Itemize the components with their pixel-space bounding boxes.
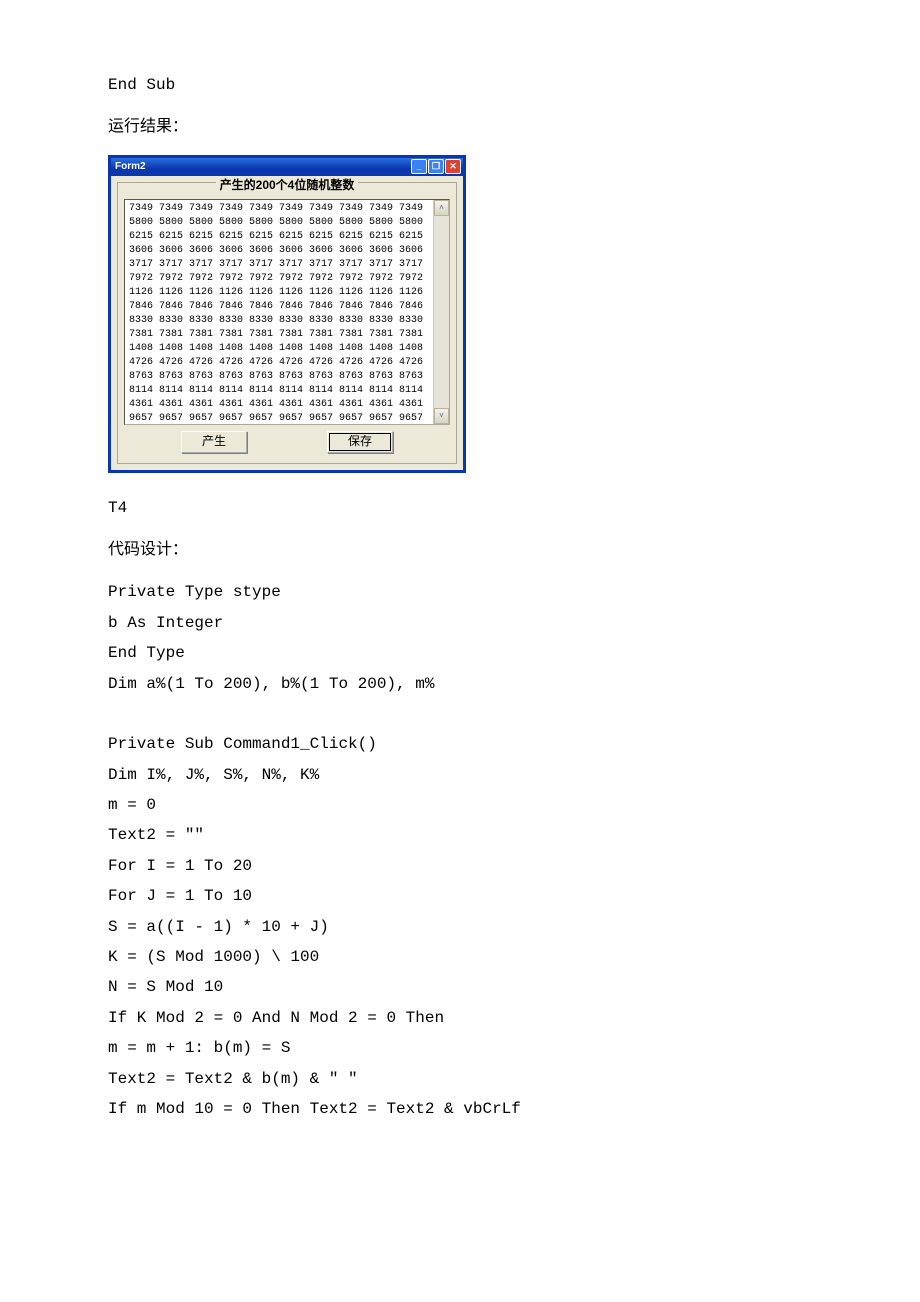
frame-groupbox: 产生的200个4位随机整数 7349 7349 7349 7349 7349 7… bbox=[117, 182, 457, 464]
code-line: Private Type stype bbox=[108, 577, 812, 607]
frame-title: 产生的200个4位随机整数 bbox=[118, 174, 456, 197]
scroll-up-icon[interactable]: ˄ bbox=[434, 200, 449, 216]
scroll-down-icon[interactable]: ˅ bbox=[434, 408, 449, 424]
window-title: Form2 bbox=[115, 157, 146, 176]
code-line: K = (S Mod 1000) \ 100 bbox=[108, 942, 812, 972]
close-button[interactable]: ✕ bbox=[445, 159, 461, 174]
code-line: End Sub bbox=[108, 70, 812, 100]
code-design-heading: 代码设计： bbox=[108, 535, 812, 565]
code-line: Dim a%(1 To 200), b%(1 To 200), m% bbox=[108, 669, 812, 699]
code-line: For J = 1 To 10 bbox=[108, 881, 812, 911]
code-line: m = m + 1: b(m) = S bbox=[108, 1033, 812, 1063]
output-textbox[interactable]: 7349 7349 7349 7349 7349 7349 7349 7349 … bbox=[124, 199, 450, 425]
code-line: m = 0 bbox=[108, 790, 812, 820]
code-line: If K Mod 2 = 0 And N Mod 2 = 0 Then bbox=[108, 1003, 812, 1033]
code-line: If m Mod 10 = 0 Then Text2 = Text2 & vbC… bbox=[108, 1094, 812, 1124]
result-heading: 运行结果： bbox=[108, 112, 812, 142]
code-line: Dim I%, J%, S%, N%, K% bbox=[108, 760, 812, 790]
code-block: Private Type stypeb As IntegerEnd TypeDi… bbox=[108, 577, 812, 1124]
code-line: Text2 = Text2 & b(m) & " " bbox=[108, 1064, 812, 1094]
scrollbar[interactable]: ˄ ˅ bbox=[433, 200, 449, 424]
save-button[interactable]: 保存 bbox=[327, 431, 393, 453]
code-line: End Type bbox=[108, 638, 812, 668]
code-line: Private Sub Command1_Click() bbox=[108, 729, 812, 759]
minimize-button[interactable]: _ bbox=[411, 159, 427, 174]
code-line: S = a((I - 1) * 10 + J) bbox=[108, 912, 812, 942]
code-line bbox=[108, 699, 812, 729]
code-line: For I = 1 To 20 bbox=[108, 851, 812, 881]
output-text: 7349 7349 7349 7349 7349 7349 7349 7349 … bbox=[125, 200, 449, 425]
app-window: Form2 _ ❐ ✕ 产生的200个4位随机整数 7349 7349 7349… bbox=[108, 155, 466, 473]
generate-button[interactable]: 产生 bbox=[181, 431, 247, 453]
maximize-button[interactable]: ❐ bbox=[428, 159, 444, 174]
code-line: b As Integer bbox=[108, 608, 812, 638]
code-line: Text2 = "" bbox=[108, 820, 812, 850]
code-line: N = S Mod 10 bbox=[108, 972, 812, 1002]
t4-label: T4 bbox=[108, 493, 812, 523]
